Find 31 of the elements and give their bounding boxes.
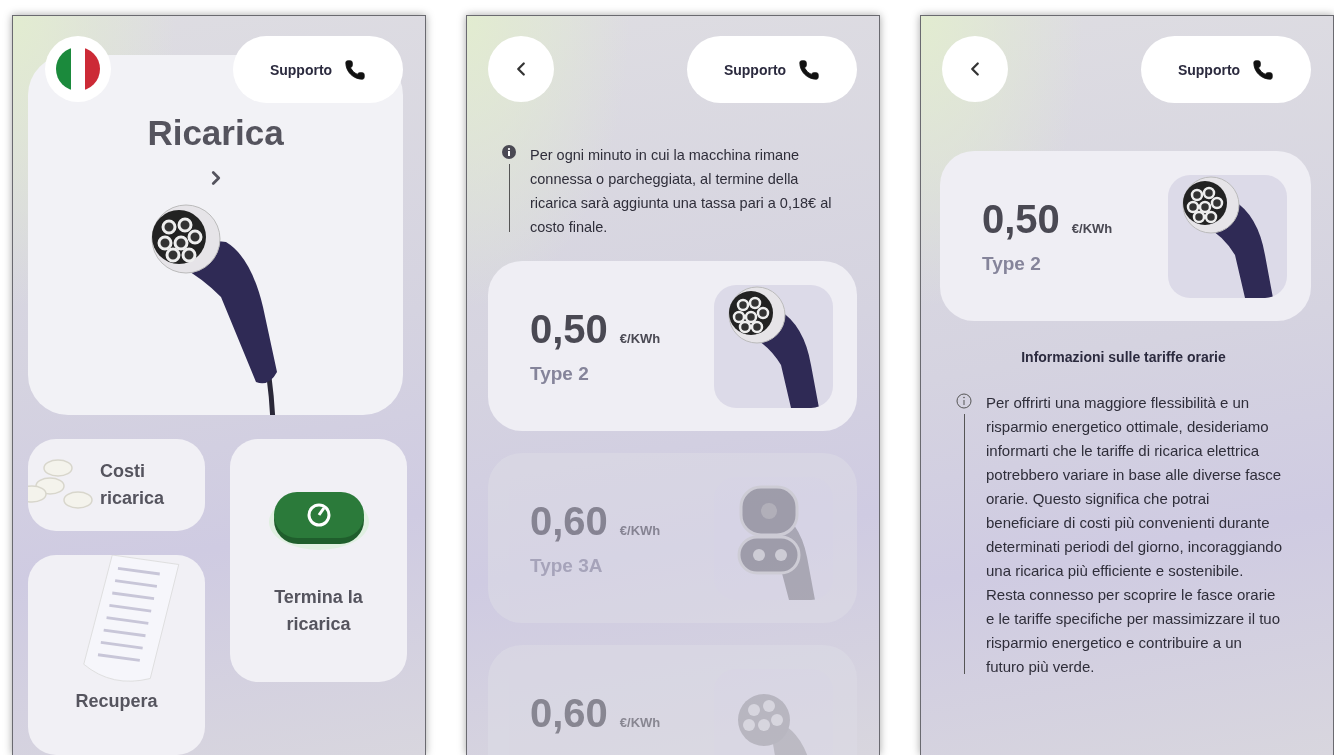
price-value: 0,50	[982, 199, 1060, 239]
info-text: Per offrirti una maggiore flessibilità e un risparmio energetico ottimale, desideriamo informarti che le tariffe di ricarica elettrica potrebbero variare in base alle diverse fasce orarie. Questo significa che potrai beneficiare di costi più convenienti durante determinati periodi del giorno, incoraggiando una ricarica più efficiente e sostenibile. Resta connesso per scoprire le fasce orarie e le tariffe specifiche per massimizzare il tuo risparmio energetico e contribuire a un futuro più verde.	[986, 393, 1284, 677]
price-unit: €/KWh	[619, 523, 661, 538]
stop-charging-tile[interactable]: Termina la ricarica	[230, 439, 407, 682]
phone-icon	[1252, 58, 1275, 81]
price-unit: €/KWh	[1071, 221, 1113, 236]
card-title: Ricarica	[147, 113, 284, 153]
support-button[interactable]: Supporto	[233, 36, 403, 103]
tariff-card[interactable]: 0,50 €/KWh Type 2	[488, 261, 857, 431]
tile-label: Costi ricarica	[100, 460, 166, 510]
connector-type: Type 2	[530, 363, 590, 385]
info-icon	[956, 393, 972, 409]
receipt-tile[interactable]: Recupera	[28, 555, 205, 755]
price-unit: €/KWh	[619, 715, 661, 730]
tariff-card[interactable]: 0,50 €/KWh Type 2	[940, 151, 1311, 321]
phone-icon	[798, 58, 821, 81]
costs-tile[interactable]: Costi ricarica	[28, 439, 205, 531]
info-icon	[502, 145, 516, 159]
price-value: 0,60	[530, 501, 608, 541]
price-value: 0,50	[530, 309, 608, 349]
flag-icon	[56, 47, 100, 91]
section-heading: Informazioni sulle tariffe orarie	[1020, 349, 1227, 365]
phone-icon	[344, 58, 367, 81]
price-value: 0,60	[530, 693, 608, 733]
tile-label: Recupera	[75, 690, 158, 713]
tile-label: Termina la ricarica	[273, 585, 364, 636]
info-text: Per ogni minuto in cui la macchina rimane connessa o parcheggiata, al termine della ricarica sarà aggiunta una tassa pari a 0,18€ al costo finale.	[530, 146, 833, 237]
price-unit: €/KWh	[619, 331, 661, 346]
support-button[interactable]: Supporto	[1141, 36, 1311, 103]
connector-type: Type 2	[982, 253, 1042, 275]
support-button[interactable]: Supporto	[687, 36, 857, 103]
